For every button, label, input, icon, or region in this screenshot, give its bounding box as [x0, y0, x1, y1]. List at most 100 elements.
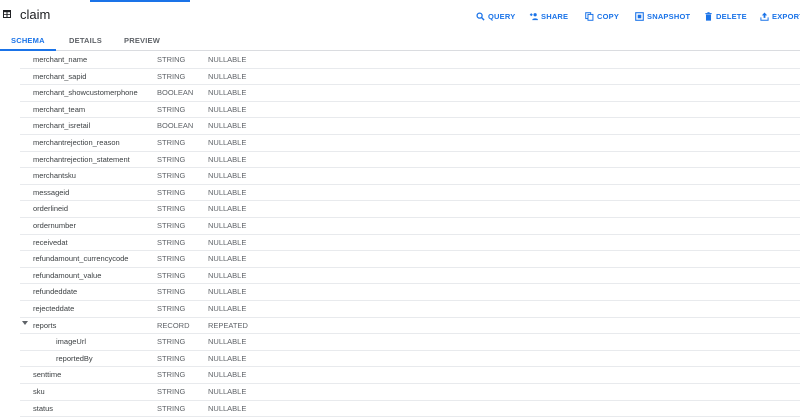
table-icon — [3, 10, 11, 18]
snapshot-label: SNAPSHOT — [647, 11, 691, 21]
schema-row[interactable]: ordernumber STRING NULLABLE — [20, 217, 800, 235]
field-type: STRING — [157, 254, 186, 264]
schema-row[interactable]: messageid STRING NULLABLE — [20, 184, 800, 202]
share-button[interactable]: SHARE — [529, 10, 568, 22]
schema-row[interactable]: sku STRING NULLABLE — [20, 383, 800, 401]
field-mode: NULLABLE — [208, 287, 247, 297]
field-mode: NULLABLE — [208, 254, 247, 264]
search-icon — [476, 11, 485, 21]
field-type: STRING — [157, 304, 186, 313]
schema-row[interactable]: merchant_sapid STRING NULLABLE — [20, 68, 800, 86]
copy-button[interactable]: COPY — [585, 10, 619, 22]
schema-row[interactable]: merchant_showcustomerphone BOOLEAN NULLABL… — [20, 84, 800, 102]
query-button[interactable]: QUERY — [476, 10, 515, 22]
field-type: STRING — [157, 171, 186, 181]
schema-row[interactable]: merchant_team STRING NULLABLE — [20, 101, 800, 119]
field-mode: NULLABLE — [208, 187, 247, 197]
schema-row[interactable]: merchantrejection_reason STRING NULLABLE — [20, 134, 800, 152]
schema-row[interactable]: refundamount_currencycode STRING NULLABLE — [20, 250, 800, 268]
share-label: SHARE — [541, 11, 569, 21]
snapshot-button[interactable]: SNAPSHOT — [635, 10, 690, 22]
delete-label: DELETE — [716, 11, 747, 21]
field-type: STRING — [157, 370, 186, 380]
export-icon — [760, 11, 769, 21]
expand-arrow-icon[interactable] — [22, 320, 28, 325]
field-name: merchantrejection_statement — [33, 154, 130, 164]
schema-row[interactable]: merchantsku STRING NULLABLE — [20, 167, 800, 185]
delete-button[interactable]: DELETE — [704, 10, 747, 22]
field-mode: NULLABLE — [208, 171, 247, 181]
copy-icon — [585, 11, 594, 21]
trash-icon — [705, 11, 712, 21]
field-mode: NULLABLE — [208, 55, 247, 64]
field-name: merchantrejection_reason — [33, 138, 120, 147]
field-name: reports — [33, 320, 57, 330]
field-type: BOOLEAN — [157, 88, 194, 98]
field-mode: NULLABLE — [208, 88, 247, 98]
field-name: merchant_sapid — [33, 71, 87, 81]
field-name: refundamount_value — [33, 270, 102, 280]
field-mode: NULLABLE — [208, 353, 247, 363]
field-type: RECORD — [157, 320, 190, 330]
field-mode: NULLABLE — [208, 154, 247, 164]
field-mode: NULLABLE — [208, 270, 247, 280]
field-name: imageUrl — [56, 337, 87, 347]
schema-row[interactable]: receivedat STRING NULLABLE — [20, 234, 800, 252]
schema-row[interactable]: rejecteddate STRING NULLABLE — [20, 300, 800, 318]
person-add-icon — [529, 12, 538, 20]
field-mode: NULLABLE — [208, 403, 247, 413]
field-name: sku — [33, 387, 45, 396]
field-type: STRING — [157, 104, 186, 114]
field-type: STRING — [157, 237, 186, 247]
field-mode: NULLABLE — [208, 104, 247, 114]
field-mode: NULLABLE — [208, 370, 247, 380]
field-name: messageid — [33, 187, 70, 197]
schema-row[interactable]: refundamount_value STRING NULLABLE — [20, 267, 800, 285]
field-name: senttime — [33, 370, 62, 380]
field-mode: NULLABLE — [208, 71, 247, 81]
field-name: reportedBy — [56, 353, 93, 363]
schema-row[interactable]: imageUrl STRING NULLABLE — [20, 333, 800, 351]
query-label: QUERY — [488, 11, 516, 21]
schema-row[interactable]: refundeddate STRING NULLABLE — [20, 283, 800, 301]
field-type: STRING — [157, 353, 186, 363]
schema-row[interactable]: merchant_isretail BOOLEAN NULLABLE — [20, 117, 800, 135]
field-mode: NULLABLE — [208, 204, 247, 214]
field-name: merchant_isretail — [33, 121, 91, 131]
schema-row[interactable]: orderlineid STRING NULLABLE — [20, 200, 800, 218]
field-type: STRING — [157, 337, 186, 347]
field-name: merchant_showcustomerphone — [33, 88, 138, 98]
field-type: STRING — [157, 71, 186, 81]
field-type: STRING — [157, 187, 186, 197]
field-type: STRING — [157, 55, 186, 64]
field-name: merchantsku — [33, 171, 76, 181]
field-type: STRING — [157, 138, 186, 147]
schema-row[interactable]: status STRING NULLABLE — [20, 400, 800, 417]
tab-schema[interactable]: SCHEMA — [11, 36, 45, 45]
copy-label: COPY — [597, 11, 620, 21]
field-name: receivedat — [33, 237, 68, 247]
tab-preview[interactable]: PREVIEW — [124, 36, 160, 45]
field-mode: NULLABLE — [208, 304, 247, 313]
schema-row[interactable]: merchant_name STRING NULLABLE — [20, 51, 800, 69]
field-mode: NULLABLE — [208, 387, 247, 396]
field-name: merchant_team — [33, 104, 86, 114]
schema-row[interactable]: senttime STRING NULLABLE — [20, 366, 800, 384]
snapshot-icon — [635, 11, 644, 21]
field-type: STRING — [157, 270, 186, 280]
schema-row[interactable]: reportedBy STRING NULLABLE — [20, 350, 800, 368]
export-label: EXPORT — [772, 11, 800, 21]
tab-details[interactable]: DETAILS — [69, 36, 102, 45]
field-name: refundamount_currencycode — [33, 254, 129, 264]
schema-row[interactable]: reports RECORD REPEATED — [20, 317, 800, 335]
field-type: STRING — [157, 287, 186, 297]
export-button[interactable]: EXPORT — [760, 10, 800, 22]
field-type: STRING — [157, 403, 186, 413]
field-type: BOOLEAN — [157, 121, 194, 131]
field-mode: NULLABLE — [208, 237, 247, 247]
field-mode: NULLABLE — [208, 221, 247, 230]
field-name: rejecteddate — [33, 304, 75, 313]
field-name: orderlineid — [33, 204, 69, 214]
field-type: STRING — [157, 204, 186, 214]
schema-row[interactable]: merchantrejection_statement STRING NULLABL… — [20, 151, 800, 169]
